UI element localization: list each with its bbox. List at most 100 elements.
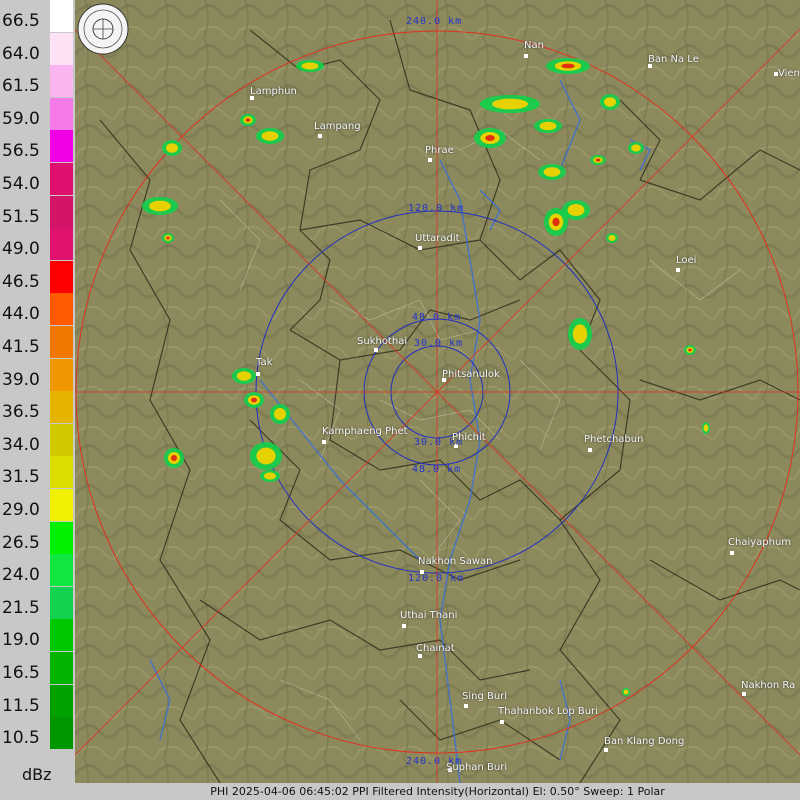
echo-peak bbox=[166, 236, 170, 240]
range-label-48-bottom: 48.0 km bbox=[412, 464, 462, 475]
legend-level-1: 64.0 bbox=[0, 32, 75, 65]
legend-level-12: 36.5 bbox=[0, 391, 75, 424]
legend-level-22: 10.5 bbox=[0, 717, 75, 750]
city-marker bbox=[418, 654, 422, 658]
range-label-30-top: 30.0 km bbox=[414, 338, 464, 349]
legend-level-swatch bbox=[50, 456, 73, 489]
city-label-phitsanulok: Phitsanulok bbox=[442, 369, 500, 380]
range-label-240-top: 240.0 km bbox=[406, 16, 463, 27]
echo-core bbox=[149, 200, 171, 212]
city-marker bbox=[322, 440, 326, 444]
legend-level-label: 16.5 bbox=[2, 663, 40, 683]
legend-level-20: 16.5 bbox=[0, 652, 75, 684]
city-label-phetchabun: Phetchabun bbox=[584, 434, 644, 445]
city-marker bbox=[676, 268, 680, 272]
echo-core bbox=[236, 371, 252, 381]
city-label-kamphaeng-phet: Kamphaeng Phet bbox=[322, 426, 408, 437]
echo-core bbox=[567, 204, 585, 216]
city-label-suphan-buri: Suphan Buri bbox=[446, 762, 508, 773]
city-marker bbox=[524, 54, 528, 58]
legend-level-label: 59.0 bbox=[2, 108, 40, 129]
city-label-uthai-thani: Uthai Thani bbox=[400, 610, 458, 621]
echo-peak bbox=[595, 158, 601, 162]
city-label-lampang: Lampang bbox=[314, 121, 361, 132]
echo-core bbox=[608, 235, 616, 241]
legend-level-label: 31.5 bbox=[2, 467, 40, 488]
legend-level-16: 26.5 bbox=[0, 521, 75, 554]
legend-unit-label: dBz bbox=[22, 765, 52, 784]
city-marker bbox=[418, 246, 422, 250]
echo-core bbox=[623, 689, 629, 695]
legend-level-3: 59.0 bbox=[0, 97, 75, 130]
echo-core bbox=[274, 408, 286, 420]
echo-peak bbox=[171, 455, 177, 461]
echo-core bbox=[166, 143, 178, 153]
city-marker bbox=[374, 348, 378, 352]
city-marker bbox=[318, 134, 322, 138]
legend-level-swatch bbox=[50, 163, 73, 195]
echo-core bbox=[543, 167, 561, 177]
legend-level-swatch bbox=[50, 586, 73, 619]
city-label-sukhothai: Sukhothai bbox=[357, 336, 408, 347]
legend-level-10: 41.5 bbox=[0, 326, 75, 358]
city-label-thahanbok-lop-buri: Thahanbok Lop Buri bbox=[498, 706, 598, 717]
legend-level-14: 31.5 bbox=[0, 456, 75, 489]
legend-level-swatch bbox=[50, 195, 73, 228]
legend-level-label: 29.0 bbox=[2, 500, 40, 520]
legend-level-swatch bbox=[50, 489, 73, 521]
legend-level-swatch bbox=[50, 32, 73, 65]
legend-level-label: 49.0 bbox=[2, 239, 40, 260]
legend-level-7: 49.0 bbox=[0, 228, 75, 261]
echo-peak bbox=[688, 348, 692, 352]
city-marker bbox=[742, 692, 746, 696]
echo-core bbox=[256, 447, 276, 465]
legend-level-label: 41.5 bbox=[2, 337, 40, 357]
legend-level-label: 11.5 bbox=[2, 695, 40, 716]
radar-map bbox=[75, 0, 800, 783]
legend-level-2: 61.5 bbox=[0, 65, 75, 98]
city-marker bbox=[464, 704, 468, 708]
city-label-tak: Tak bbox=[256, 357, 273, 368]
city-label-chainat: Chainat bbox=[416, 643, 455, 654]
range-label-48-top: 48.0 km bbox=[412, 312, 462, 323]
color-legend: 66.5 64.0 61.5 59.0 56.5 54.0 51.5 49.0 46.5 44.0… bbox=[0, 0, 75, 783]
legend-level-label: 36.5 bbox=[2, 402, 40, 423]
legend-level-19: 19.0 bbox=[0, 619, 75, 652]
echo-core bbox=[261, 131, 279, 141]
legend-level-swatch bbox=[50, 684, 73, 717]
legend-level-label: 46.5 bbox=[2, 271, 40, 292]
legend-level-17: 24.0 bbox=[0, 554, 75, 587]
echo-peak bbox=[245, 118, 251, 122]
city-marker bbox=[256, 372, 260, 376]
city-label-sing-buri: Sing Buri bbox=[462, 691, 508, 702]
legend-level-swatch bbox=[50, 619, 73, 652]
range-label-120-bottom: 120.0 km bbox=[408, 573, 465, 584]
status-bar: PHI 2025-04-06 06:45:02 PPI Filtered Int… bbox=[75, 783, 800, 800]
echo-core bbox=[631, 144, 641, 152]
legend-level-swatch bbox=[50, 97, 73, 130]
legend-level-21: 11.5 bbox=[0, 684, 75, 717]
city-label-ban-na-le: Ban Na Le bbox=[648, 54, 699, 65]
legend-level-label: 56.5 bbox=[2, 141, 40, 162]
legend-level-swatch bbox=[50, 554, 73, 587]
legend-level-swatch bbox=[50, 260, 73, 293]
legend-level-swatch bbox=[50, 423, 73, 456]
city-marker bbox=[402, 624, 406, 628]
legend-level-swatch bbox=[50, 326, 73, 358]
city-label-nakhon-sawan: Nakhon Sawan bbox=[418, 556, 493, 567]
echo-peak bbox=[485, 135, 495, 141]
legend-level-label: 21.5 bbox=[2, 597, 40, 618]
city-label-phrae: Phrae bbox=[425, 145, 454, 156]
city-marker bbox=[604, 748, 608, 752]
city-marker bbox=[428, 158, 432, 162]
range-label-120-top: 120.0 km bbox=[408, 203, 465, 214]
legend-level-label: 44.0 bbox=[2, 304, 40, 325]
legend-level-label: 54.0 bbox=[2, 174, 40, 194]
city-label-nan: Nan bbox=[524, 40, 544, 51]
legend-level-label: 64.0 bbox=[2, 43, 40, 64]
city-label-ban-klang-dong: Ban Klang Dong bbox=[604, 736, 685, 747]
legend-level-label: 66.5 bbox=[2, 11, 40, 31]
city-label-chaiyaphum: Chaiyaphum bbox=[728, 537, 792, 548]
legend-level-swatch bbox=[50, 293, 73, 326]
legend-level-label: 34.0 bbox=[2, 434, 40, 455]
